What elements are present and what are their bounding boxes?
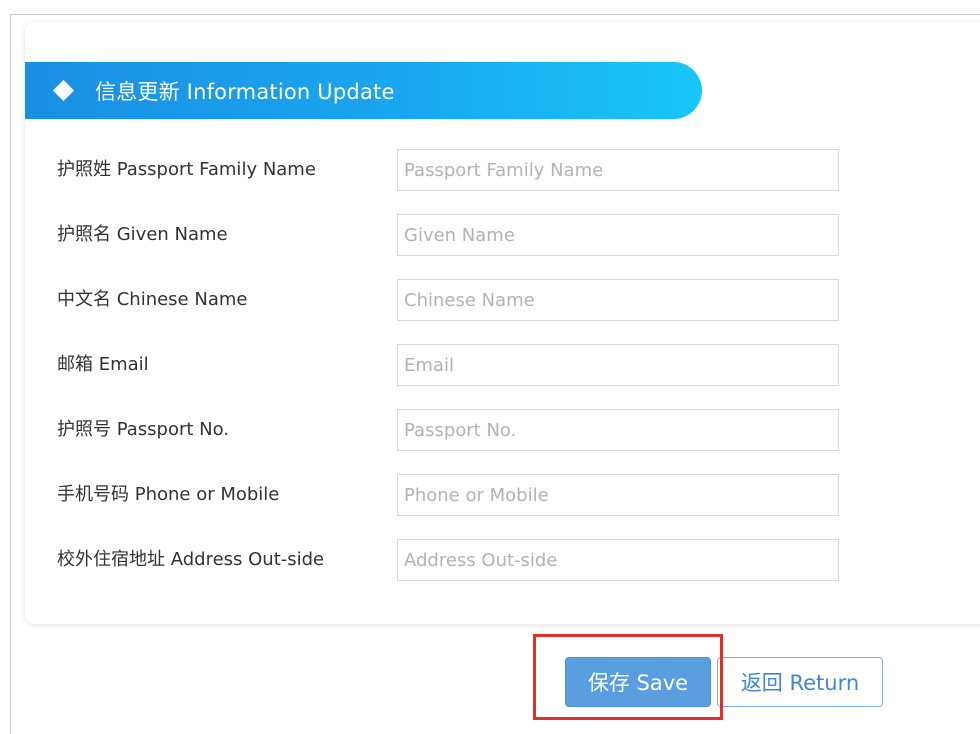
- form-row-address: 校外住宿地址 Address Out-side: [0, 539, 980, 583]
- form-row-email: 邮箱 Email: [0, 344, 980, 388]
- diamond-icon: [52, 79, 75, 102]
- form-row-passport-no: 护照号 Passport No.: [0, 409, 980, 453]
- label-passport-no: 护照号 Passport No.: [57, 419, 230, 440]
- email-input[interactable]: [397, 344, 839, 386]
- passport-family-name-input[interactable]: [397, 149, 839, 191]
- label-passport-family-name: 护照姓 Passport Family Name: [57, 159, 316, 180]
- section-header: 信息更新 Information Update: [25, 62, 702, 119]
- chinese-name-input[interactable]: [397, 279, 839, 321]
- label-email: 邮箱 Email: [57, 354, 149, 375]
- form-row-chinese-name: 中文名 Chinese Name: [0, 279, 980, 323]
- address-input[interactable]: [397, 539, 839, 581]
- label-phone: 手机号码 Phone or Mobile: [57, 484, 280, 505]
- form-row-given-name: 护照名 Given Name: [0, 214, 980, 258]
- label-address: 校外住宿地址 Address Out-side: [57, 549, 325, 570]
- label-given-name: 护照名 Given Name: [57, 224, 228, 245]
- form-row-passport-family-name: 护照姓 Passport Family Name: [0, 149, 980, 193]
- passport-no-input[interactable]: [397, 409, 839, 451]
- given-name-input[interactable]: [397, 214, 839, 256]
- label-chinese-name: 中文名 Chinese Name: [57, 289, 248, 310]
- save-button[interactable]: 保存 Save: [565, 657, 711, 707]
- form-row-phone: 手机号码 Phone or Mobile: [0, 474, 980, 518]
- return-button[interactable]: 返回 Return: [717, 657, 883, 707]
- phone-input[interactable]: [397, 474, 839, 516]
- section-title: 信息更新 Information Update: [95, 79, 395, 104]
